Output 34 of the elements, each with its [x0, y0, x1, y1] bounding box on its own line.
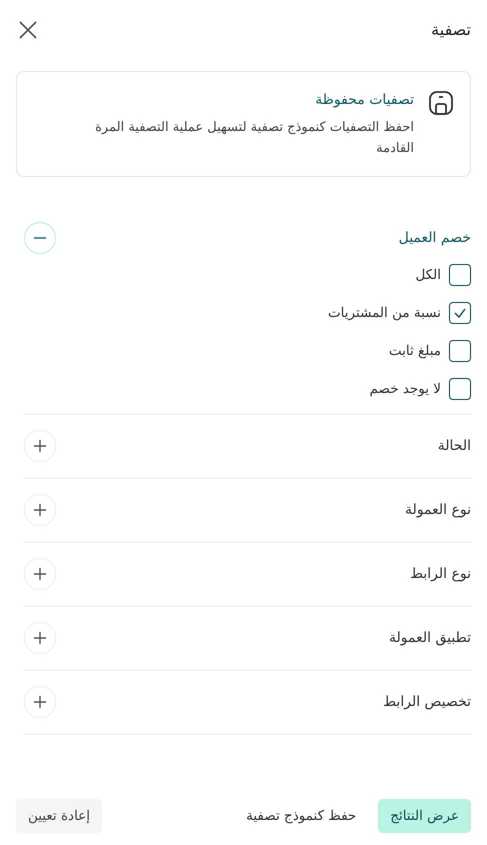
plus-icon: [33, 439, 47, 454]
plus-icon: [33, 503, 47, 518]
checkbox[interactable]: [449, 302, 471, 324]
expand-button[interactable]: [24, 558, 56, 590]
save-icon: [428, 90, 454, 116]
section-title: الحالة: [438, 436, 471, 456]
option-label: لا يوجد خصم: [370, 380, 441, 399]
section-title: تخصيص الرابط: [383, 692, 471, 712]
expand-button[interactable]: [24, 686, 56, 718]
show-results-button[interactable]: عرض النتائج: [378, 798, 471, 833]
reset-button[interactable]: إعادة تعيين: [16, 798, 102, 833]
collapse-button[interactable]: [24, 222, 56, 254]
checkbox[interactable]: [449, 264, 471, 286]
save-template-button[interactable]: حفظ كنموذج تصفية: [242, 798, 360, 833]
plus-icon: [33, 695, 47, 710]
expand-button[interactable]: [24, 430, 56, 462]
expand-button[interactable]: [24, 494, 56, 526]
option-label: نسبة من المشتريات: [328, 304, 441, 323]
section-title: نوع الرابط: [410, 564, 471, 584]
panel-title: تصفية: [431, 19, 471, 41]
checkbox[interactable]: [449, 378, 471, 400]
option-label: الكل: [415, 266, 441, 285]
minus-icon: [33, 237, 47, 240]
section-title: تطبيق العمولة: [389, 628, 471, 648]
expand-button[interactable]: [24, 622, 56, 654]
card-description: احفظ التصفيات كنموذج تصفية لتسهيل عملية التصفية المرة القادمة: [94, 119, 414, 158]
option-label: مبلغ ثابت: [388, 342, 441, 361]
section-title: نوع العمولة: [405, 500, 471, 520]
checkbox[interactable]: [449, 340, 471, 362]
close-icon: [18, 20, 38, 40]
section-title: خصم العميل: [398, 228, 471, 248]
plus-icon: [33, 567, 47, 582]
plus-icon: [33, 631, 47, 646]
card-title: تصفيات محفوظة: [314, 91, 414, 110]
